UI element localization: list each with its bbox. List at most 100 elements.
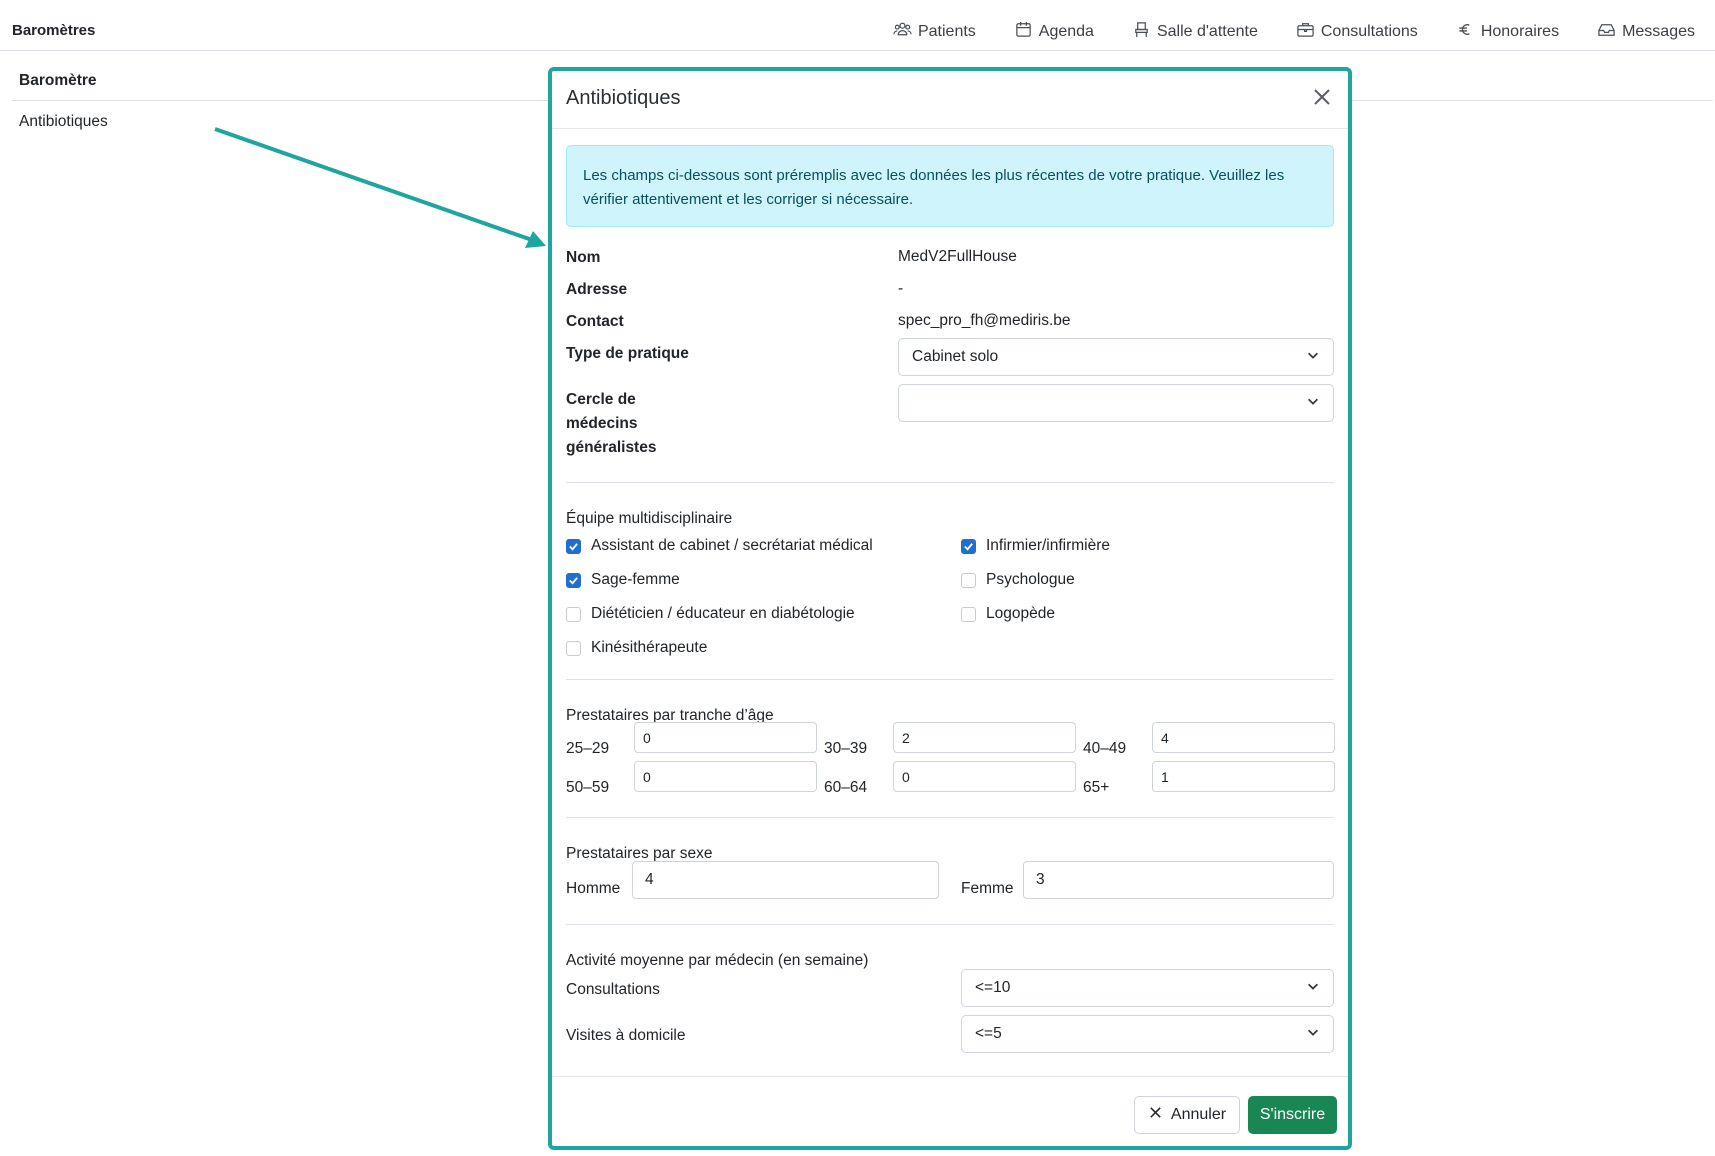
age-label: 60–64 [824, 779, 868, 796]
age-input-60-64[interactable]: 0 [893, 761, 1076, 792]
nav-honoraires[interactable]: Honoraires [1456, 20, 1559, 44]
cancel-label: Annuler [1170, 1106, 1227, 1123]
divider [566, 817, 1334, 818]
age-input-65-plus[interactable]: 1 [1152, 761, 1335, 792]
age-label: 40–49 [1083, 740, 1127, 757]
checkbox-label: Sage-femme [591, 571, 680, 588]
contact-value: spec_pro_fh@mediris.be [898, 312, 1071, 329]
checkbox-label: Infirmier/infirmière [986, 537, 1111, 554]
age-input-40-49[interactable]: 4 [1152, 722, 1335, 753]
close-icon [1148, 1105, 1163, 1125]
nav-label: Honoraires [1480, 23, 1560, 40]
checkbox-box[interactable] [961, 572, 976, 588]
cercle-select[interactable] [898, 384, 1334, 422]
info-alert: Les champs ci-dessous sont préremplis av… [566, 145, 1334, 227]
age-label: 50–59 [566, 779, 610, 796]
nav-agenda[interactable]: Agenda [1014, 20, 1094, 44]
main-nav: Patients Agenda Salle d'attente Consulta… [893, 20, 1715, 44]
checkbox-infirmier[interactable]: Infirmier/infirmière [961, 537, 1110, 555]
euro-icon [1456, 20, 1475, 44]
sidebar-item-antibiotiques[interactable]: Antibiotiques [19, 113, 108, 131]
cercle-label-line: médecins [566, 415, 638, 432]
nom-label: Nom [566, 249, 601, 266]
cancel-button[interactable]: Annuler [1134, 1096, 1240, 1134]
adresse-value: - [898, 280, 904, 297]
checkbox-sage-femme[interactable]: Sage-femme [566, 571, 680, 589]
users-icon [893, 20, 912, 44]
checkbox-label: Psychologue [986, 571, 1075, 588]
activity-title: Activité moyenne par médecin (en semaine… [566, 952, 869, 969]
chevron-down-icon [1306, 348, 1320, 367]
checkbox-box[interactable] [566, 606, 581, 622]
nav-label: Patients [917, 23, 976, 40]
nom-value: MedV2FullHouse [898, 248, 1017, 265]
antibiotiques-modal: Antibiotiques Les champs ci-dessous sont… [548, 67, 1352, 1150]
cercle-label-line: Cercle de [566, 391, 636, 408]
chevron-down-icon [1306, 979, 1320, 998]
checkbox-box[interactable] [566, 572, 581, 588]
chevron-down-icon [1306, 1025, 1320, 1044]
consultations-label: Consultations [566, 981, 660, 998]
checkbox-box[interactable] [961, 606, 976, 622]
age-input-25-29[interactable]: 0 [634, 722, 817, 753]
visites-select[interactable]: <=5 [961, 1015, 1334, 1053]
nav-label: Consultations [1320, 23, 1418, 40]
close-icon[interactable] [1310, 85, 1334, 109]
cercle-label: Cercle de médecins généralistes [566, 388, 656, 460]
homme-label: Homme [566, 880, 621, 897]
contact-label: Contact [566, 313, 624, 330]
age-label: 30–39 [824, 740, 868, 757]
divider [566, 482, 1334, 483]
homme-input[interactable]: 4 [632, 861, 939, 899]
nav-label: Agenda [1038, 23, 1094, 40]
checkbox-label: Diététicien / éducateur en diabétologie [591, 605, 855, 622]
checkbox-assistant[interactable]: Assistant de cabinet / secrétariat médic… [566, 537, 873, 555]
nav-label: Messages [1622, 23, 1695, 40]
checkbox-label: Kinésithérapeute [591, 639, 708, 656]
checkbox-kinesitherapeute[interactable]: Kinésithérapeute [566, 639, 707, 657]
checkbox-label: Assistant de cabinet / secrétariat médic… [591, 537, 873, 554]
visites-label: Visites à domicile [566, 1027, 686, 1044]
checkbox-box[interactable] [566, 538, 581, 554]
type-pratique-select[interactable]: Cabinet solo [898, 338, 1334, 376]
adresse-label: Adresse [566, 281, 628, 298]
femme-label: Femme [961, 880, 1014, 897]
submit-button[interactable]: S'inscrire [1248, 1096, 1337, 1134]
modal-footer-divider [552, 1076, 1348, 1077]
divider [566, 679, 1334, 680]
nav-salle-attente[interactable]: Salle d'attente [1132, 20, 1258, 44]
nav-consultations[interactable]: Consultations [1296, 20, 1418, 44]
checkbox-psychologue[interactable]: Psychologue [961, 571, 1075, 589]
checkbox-box[interactable] [961, 538, 976, 554]
top-navbar: Baromètres Patients Agenda Salle d'atten… [0, 0, 1715, 51]
checkbox-label: Logopède [986, 605, 1055, 622]
inbox-icon [1597, 20, 1616, 44]
age-input-30-39[interactable]: 2 [893, 722, 1076, 753]
nav-patients[interactable]: Patients [893, 20, 976, 44]
checkbox-dieteticien[interactable]: Diététicien / éducateur en diabétologie [566, 605, 855, 623]
nav-messages[interactable]: Messages [1597, 20, 1695, 44]
femme-input[interactable]: 3 [1023, 861, 1334, 899]
modal-header: Antibiotiques [552, 71, 1348, 129]
app-title: Baromètres [12, 22, 96, 39]
chevron-down-icon [1306, 394, 1320, 413]
age-input-50-59[interactable]: 0 [634, 761, 817, 792]
modal-title: Antibiotiques [566, 87, 681, 109]
cercle-label-line: généralistes [566, 439, 657, 456]
checkbox-box[interactable] [566, 640, 581, 656]
team-title: Équipe multidisciplinaire [566, 510, 733, 527]
sidebar-heading: Baromètre [19, 72, 97, 89]
calendar-icon [1014, 20, 1033, 44]
checkbox-logopede[interactable]: Logopède [961, 605, 1055, 623]
type-pratique-label: Type de pratique [566, 345, 689, 362]
age-label: 25–29 [566, 740, 610, 757]
consultations-select[interactable]: <=10 [961, 969, 1334, 1007]
select-value: Cabinet solo [912, 348, 999, 365]
select-value: <=5 [975, 1025, 1002, 1042]
select-value: <=10 [975, 979, 1011, 996]
briefcase-icon [1296, 20, 1315, 44]
waiting-room-icon [1132, 20, 1151, 44]
divider [566, 924, 1334, 925]
nav-label: Salle d'attente [1156, 23, 1258, 40]
age-label: 65+ [1083, 779, 1110, 796]
